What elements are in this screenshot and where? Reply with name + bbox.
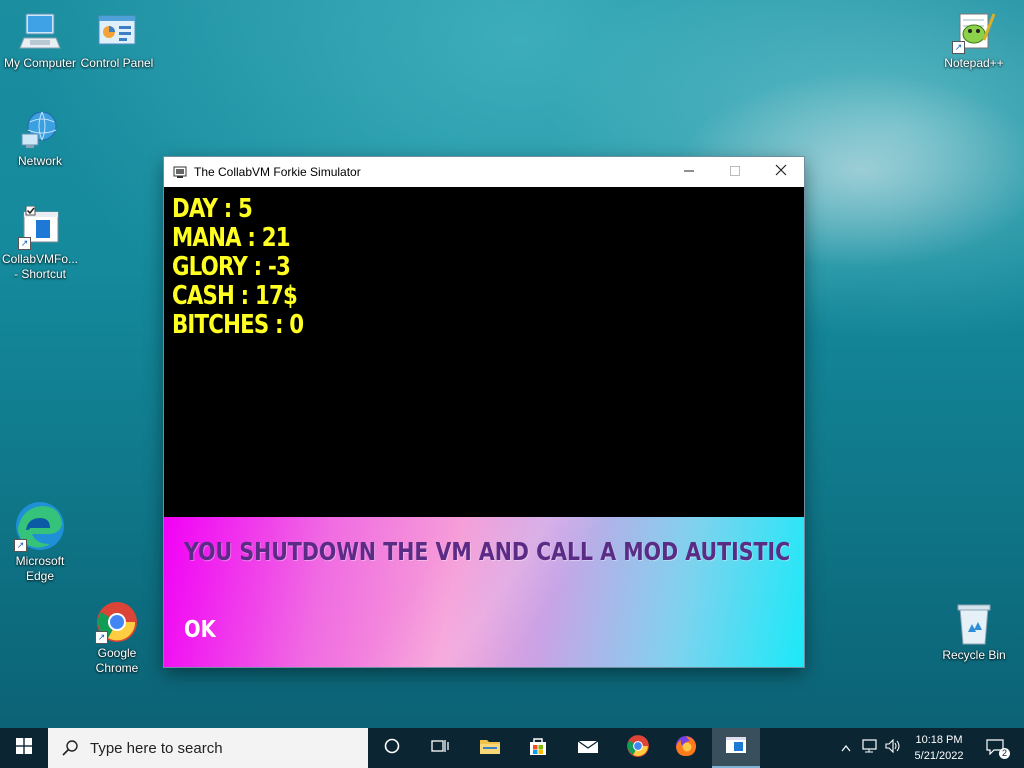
desktop-icon-microsoft-edge[interactable]: ↗ Microsoft Edge [0, 500, 80, 584]
shortcut-arrow-icon: ↗ [952, 41, 965, 54]
clock[interactable]: 10:18 PM 5/21/2022 [906, 728, 972, 768]
window-title: The CollabVM Forkie Simulator [194, 165, 361, 179]
taskbar-mail[interactable] [564, 728, 612, 768]
show-hidden-icons-button[interactable] [836, 728, 856, 768]
stat-day: DAY : 5 [172, 194, 253, 224]
taskbar-forkie-simulator[interactable] [712, 728, 760, 768]
network-status-button[interactable] [858, 728, 882, 768]
maximize-button[interactable] [712, 157, 758, 187]
close-button[interactable] [758, 157, 804, 187]
edge-icon: ↗ [14, 500, 66, 552]
taskbar: Type here to search 10:18 PM 5/21/2022 2 [0, 728, 1024, 768]
notification-count-badge: 2 [998, 748, 1010, 759]
desktop-icon-label: Microsoft Edge [15, 554, 65, 583]
shortcut-arrow-icon: ↗ [14, 539, 27, 552]
search-placeholder: Type here to search [90, 739, 223, 757]
folder-icon [479, 737, 501, 760]
taskbar-google-chrome[interactable] [614, 728, 662, 768]
minimize-button[interactable] [666, 157, 712, 187]
app-window-icon [172, 164, 188, 180]
shortcut-arrow-icon: ↗ [95, 631, 108, 644]
window-titlebar[interactable]: The CollabVM Forkie Simulator [164, 157, 804, 187]
desktop-icon-label: My Computer [3, 56, 77, 70]
recycle-bin-icon [952, 602, 996, 646]
search-icon [62, 740, 78, 756]
cortana-button[interactable] [368, 728, 416, 768]
desktop-icon-control-panel[interactable]: Control Panel [77, 10, 157, 71]
taskbar-file-explorer[interactable] [466, 728, 514, 768]
control-panel-icon [95, 10, 139, 54]
stat-cash: CASH : 17$ [172, 281, 298, 311]
app-window-icon: ↗ [18, 205, 62, 250]
desktop-icon-label: Google Chrome [95, 646, 139, 675]
ok-button[interactable]: OK [184, 617, 216, 643]
computer-icon [18, 10, 62, 54]
desktop-icon-recycle-bin[interactable]: Recycle Bin [934, 602, 1014, 663]
taskbar-firefox[interactable] [662, 728, 710, 768]
event-message: YOU SHUTDOWN THE VM AND CALL A MOD AUTIS… [184, 537, 791, 566]
app-window-icon [725, 736, 747, 759]
desktop-icon-my-computer[interactable]: My Computer [0, 10, 80, 71]
stat-mana: MANA : 21 [172, 223, 291, 253]
taskbar-search-box[interactable]: Type here to search [48, 728, 368, 768]
notepad-plus-plus-icon: ↗ [952, 10, 996, 54]
network-icon [18, 108, 62, 152]
desktop-icon-label: CollabVMFo... - Shortcut [1, 252, 79, 281]
mail-icon [577, 738, 599, 759]
clock-date: 5/21/2022 [914, 750, 964, 762]
windows-logo-icon [16, 737, 32, 759]
desktop-icon-label: Notepad++ [944, 56, 1004, 70]
chrome-icon [626, 734, 650, 763]
shortcut-arrow-icon: ↗ [18, 237, 31, 250]
task-view-button[interactable] [416, 728, 464, 768]
desktop-icon-label: Control Panel [80, 56, 154, 70]
taskbar-microsoft-store[interactable] [514, 728, 562, 768]
store-bag-icon [528, 736, 548, 761]
app-window: The CollabVM Forkie Simulator DAY : 5 MA… [164, 157, 804, 667]
desktop-icon-google-chrome[interactable]: ↗ Google Chrome [77, 600, 157, 676]
desktop-icon-label: Recycle Bin [942, 648, 1006, 662]
task-view-icon [431, 738, 449, 759]
close-icon [775, 163, 787, 181]
cortana-circle-icon [384, 738, 400, 759]
desktop-icon-collabvm-shortcut[interactable]: ↗ CollabVMFo... - Shortcut [0, 205, 80, 282]
chrome-icon: ↗ [95, 600, 139, 644]
chevron-up-icon [841, 739, 851, 757]
action-center-button[interactable]: 2 [976, 728, 1016, 768]
game-stats-panel: DAY : 5 MANA : 21 GLORY : -3 CASH : 17$ … [164, 187, 804, 517]
network-icon [861, 738, 879, 758]
start-button[interactable] [0, 728, 48, 768]
desktop-icon-notepad-plus-plus[interactable]: ↗ Notepad++ [934, 10, 1014, 71]
stat-glory: GLORY : -3 [172, 252, 291, 282]
desktop-icon-network[interactable]: Network [0, 108, 80, 169]
volume-button[interactable] [882, 728, 906, 768]
firefox-icon [674, 734, 698, 763]
desktop-icon-label: Network [17, 154, 62, 168]
clock-time: 10:18 PM [915, 734, 963, 746]
minimize-icon [684, 163, 694, 181]
notification-icon: 2 [986, 739, 1010, 759]
stat-bitches: BITCHES : 0 [172, 310, 304, 340]
event-dialog: YOU SHUTDOWN THE VM AND CALL A MOD AUTIS… [164, 517, 804, 667]
speaker-icon [885, 738, 903, 758]
maximize-icon [730, 163, 740, 181]
